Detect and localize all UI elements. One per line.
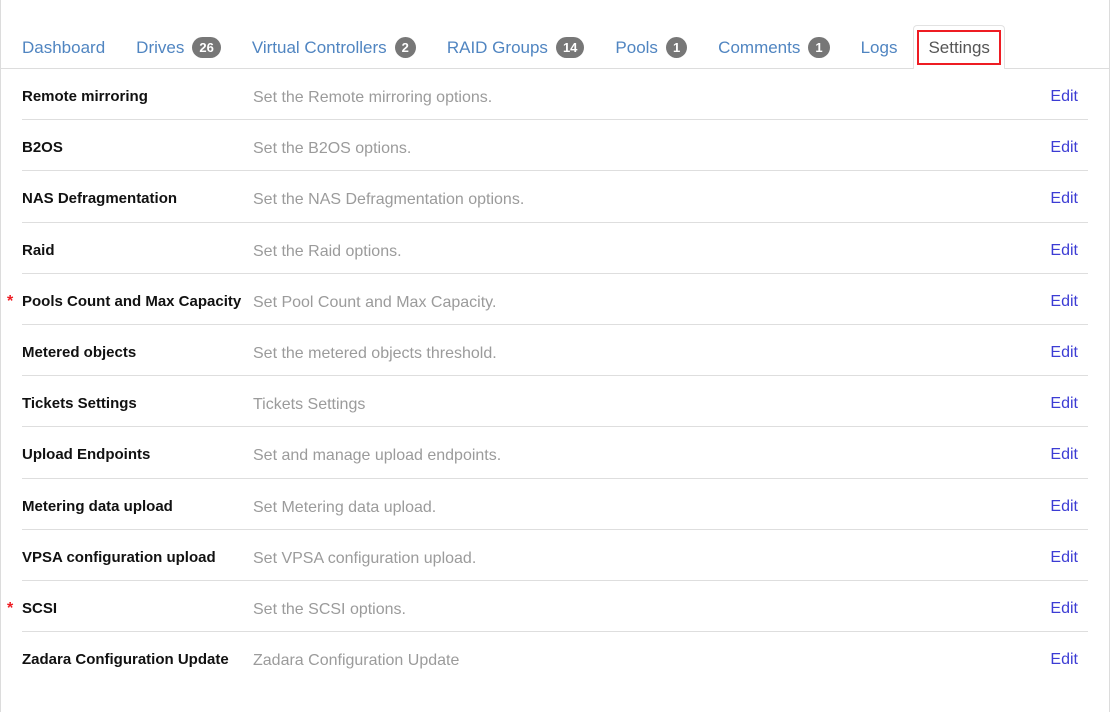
setting-description: Set the Raid options. [253,242,402,260]
edit-link[interactable]: Edit [1050,651,1078,668]
setting-name-label: NAS Defragmentation [22,190,178,208]
edit-link[interactable]: Edit [1050,88,1078,105]
setting-action-cell: Edit [988,187,1088,210]
setting-action-cell: Edit [988,341,1088,364]
setting-description: Set the NAS Defragmentation options. [253,191,525,209]
setting-name: *Remote mirroring [22,85,253,108]
settings-row: *B2OSSet the B2OS options. Edit [22,120,1088,172]
setting-action-cell: Edit [988,546,1088,569]
tab-logs[interactable]: Logs [846,25,913,68]
required-asterisk-icon: * [7,292,14,310]
setting-name-label: VPSA configuration upload [22,548,216,566]
tab-label: Dashboard [22,37,106,57]
setting-action-cell: Edit [988,648,1088,671]
setting-name-label: Metered objects [22,343,137,361]
setting-action-cell: Edit [988,443,1088,466]
primary-tab-navigation: Dashboard Drives 26 Virtual Controllers 2 RAI… [1,0,1109,69]
required-asterisk-icon: * [7,599,14,617]
settings-row: *NAS DefragmentationSet the NAS Defragme… [22,171,1088,223]
setting-name-label: Pools Count and Max Capacity [22,292,242,310]
edit-link[interactable]: Edit [1050,190,1078,207]
tab-raid-groups[interactable]: RAID Groups 14 [432,25,600,68]
tab-label: Logs [860,37,898,57]
setting-action-cell: Edit [988,392,1088,415]
edit-link[interactable]: Edit [1050,395,1078,412]
setting-name-label: SCSI [22,599,58,617]
setting-name: *VPSA configuration upload [22,546,253,569]
edit-link[interactable]: Edit [1050,242,1078,259]
setting-action-cell: Edit [988,136,1088,159]
settings-row: *VPSA configuration uploadSet VPSA confi… [22,530,1088,581]
setting-action-cell: Edit [988,495,1088,518]
edit-link[interactable]: Edit [1050,498,1078,515]
tab-drives[interactable]: Drives 26 [121,25,236,68]
setting-action-cell: Edit [988,239,1088,262]
settings-row: *Tickets SettingsTickets Settings Edit [22,376,1088,428]
tab-comments[interactable]: Comments 1 [703,25,844,68]
settings-row: *Upload EndpointsSet and manage upload e… [22,427,1088,479]
setting-name: *Raid [22,239,253,262]
settings-list: *Remote mirroringSet the Remote mirrorin… [1,69,1109,683]
setting-description: Tickets Settings [253,396,366,414]
settings-row: * SCSI Set the SCSI options. Edit [7,581,1088,633]
tab-count-badge: 26 [192,36,221,58]
setting-name-label: Remote mirroring [22,88,148,105]
setting-description: Set the SCSI options. [253,600,406,618]
setting-action-cell: Edit [988,290,1088,313]
tab-count-badge: 1 [665,36,688,58]
tab-label: Drives [136,37,185,57]
tab-label: Settings [928,38,990,57]
setting-action-cell: Edit [988,597,1088,620]
settings-row: *RaidSet the Raid options. Edit [22,223,1088,274]
tab-count-badge: 2 [394,36,416,58]
settings-row: *Zadara Configuration UpdateZadara Confi… [22,632,1088,683]
setting-name-label: Upload Endpoints [22,446,151,464]
setting-name: *Metered objects [22,341,253,364]
settings-row: *Metered objectsSet the metered objects … [22,325,1088,377]
setting-name-label: Zadara Configuration Update [22,651,229,669]
setting-name-label: Tickets Settings [22,395,137,413]
edit-link[interactable]: Edit [1050,600,1078,617]
edit-link[interactable]: Edit [1050,446,1078,463]
tab-label: RAID Groups [446,37,548,57]
setting-description: Zadara Configuration Update [253,652,460,670]
edit-link[interactable]: Edit [1050,549,1078,566]
tab-label: Comments [718,37,801,57]
setting-description: Set Metering data upload. [253,498,437,516]
setting-description: Set VPSA configuration upload. [253,549,477,567]
setting-description: Set and manage upload endpoints. [253,447,502,465]
tab-label: Pools [615,37,658,57]
tab-pools[interactable]: Pools 1 [600,25,702,68]
settings-row: * Pools Count and Max Capacity Set Pool Co… [7,274,1088,325]
edit-link[interactable]: Edit [1050,344,1078,361]
setting-description: Set the B2OS options. [253,140,412,158]
setting-name-label: B2OS [22,139,63,157]
tab-label: Virtual Controllers [251,37,387,57]
setting-name: *B2OS [22,136,253,159]
setting-description: Set the Remote mirroring options. [253,89,493,106]
tab-count-badge: 14 [555,36,585,58]
edit-link[interactable]: Edit [1050,293,1078,310]
setting-name-label: Raid [22,241,55,259]
setting-name: *Tickets Settings [22,392,253,415]
setting-name: *Zadara Configuration Update [22,648,253,671]
tab-dashboard[interactable]: Dashboard [7,25,120,68]
settings-row: *Metering data uploadSet Metering data u… [22,479,1088,530]
edit-link[interactable]: Edit [1050,139,1078,156]
settings-page: Dashboard Drives 26 Virtual Controllers 2 RAI… [0,0,1110,712]
setting-description: Set Pool Count and Max Capacity. [253,293,497,311]
settings-row: *Remote mirroringSet the Remote mirrorin… [22,69,1088,121]
tab-settings[interactable]: Settings [913,25,1005,69]
setting-description: Set the metered objects threshold. [253,344,497,362]
setting-name-label: Metering data upload [22,497,173,515]
tab-count-badge: 1 [808,36,830,58]
setting-name: *Upload Endpoints [22,443,253,466]
setting-name: * Pools Count and Max Capacity [7,290,253,313]
setting-name: * SCSI [7,597,253,620]
setting-action-cell: Edit [988,85,1088,108]
setting-name: *NAS Defragmentation [22,187,253,210]
tab-virtual-controllers[interactable]: Virtual Controllers 2 [237,25,431,68]
setting-name: *Metering data upload [22,495,253,518]
